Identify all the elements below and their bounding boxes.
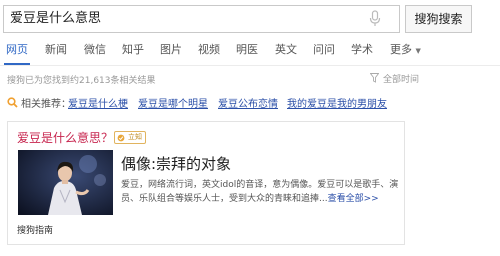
tab-more[interactable]: 更多 ▼ bbox=[390, 41, 421, 60]
result-count: 搜狗已为您找到约21,613条相关结果 bbox=[7, 76, 156, 86]
entry-title[interactable]: 偶像:崇拜的对象 bbox=[121, 153, 231, 174]
tab-images[interactable]: 图片 bbox=[160, 41, 182, 59]
microphone-icon[interactable] bbox=[369, 10, 381, 28]
related-link[interactable]: 爱豆公布恋情 bbox=[218, 95, 278, 110]
tab-video[interactable]: 视频 bbox=[198, 41, 220, 59]
result-title[interactable]: 爱豆是什么意思？ bbox=[17, 129, 113, 146]
tab-zhihu[interactable]: 知乎 bbox=[122, 41, 144, 59]
related-link[interactable]: 我的爱豆是我的男朋友 bbox=[287, 95, 387, 110]
tab-wechat[interactable]: 微信 bbox=[84, 41, 106, 59]
lizhi-badge: 立知 bbox=[114, 131, 146, 144]
tab-web[interactable]: 网页 bbox=[6, 41, 28, 59]
related-label: 相关推荐： bbox=[21, 99, 71, 110]
tab-more-label: 更多 bbox=[390, 43, 412, 56]
result-card: 爱豆是什么意思？ 立知 偶像:崇拜的对象 爱豆，网络流行词，英文idol的音译，… bbox=[7, 121, 405, 245]
tab-english[interactable]: 英文 bbox=[275, 41, 297, 59]
filter-icon[interactable] bbox=[370, 73, 379, 83]
source-label[interactable]: 搜狗指南 bbox=[17, 223, 53, 236]
tab-academic[interactable]: 学术 bbox=[351, 41, 373, 59]
search-input[interactable]: 爱豆是什么意思 bbox=[3, 5, 400, 33]
divider bbox=[0, 65, 500, 66]
tab-wenwen[interactable]: 问问 bbox=[313, 41, 335, 59]
lizhi-icon bbox=[117, 134, 125, 142]
chevron-down-icon: ▼ bbox=[415, 47, 421, 55]
related-link[interactable]: 爱豆是什么梗 bbox=[68, 95, 128, 110]
tab-bar: 网页 新闻 微信 知乎 图片 视频 明医 英文 问问 学术 更多 ▼ bbox=[0, 41, 500, 67]
related-link[interactable]: 爱豆是哪个明星 bbox=[138, 95, 208, 110]
time-filter[interactable]: 全部时间 bbox=[383, 72, 419, 85]
search-icon bbox=[7, 97, 18, 108]
see-all-link[interactable]: 查看全部>> bbox=[328, 194, 379, 204]
idol-thumbnail[interactable] bbox=[18, 150, 113, 215]
tab-news[interactable]: 新闻 bbox=[45, 41, 67, 59]
entry-description: 爱豆，网络流行词，英文idol的音译，意为偶像。爱豆可以是歌手、演员、乐队组合等… bbox=[121, 178, 403, 206]
search-button[interactable]: 搜狗搜索 bbox=[405, 5, 472, 33]
tab-mingyi[interactable]: 明医 bbox=[236, 41, 258, 59]
badge-label: 立知 bbox=[128, 133, 142, 141]
